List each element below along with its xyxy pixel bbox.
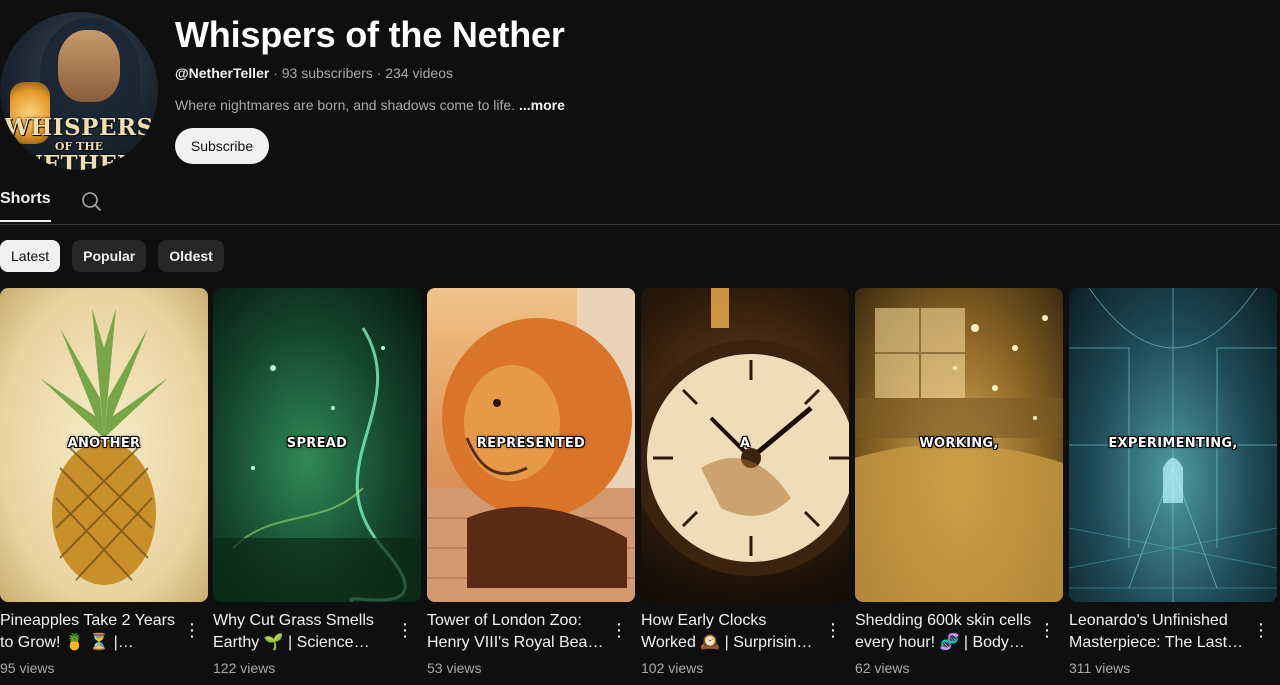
thumbnail-caption: REPRESENTED: [476, 436, 586, 451]
short-thumbnail[interactable]: WORKING,: [855, 288, 1063, 602]
chip-oldest[interactable]: Oldest: [158, 240, 224, 272]
more-vert-icon[interactable]: ⋮: [182, 618, 202, 642]
short-card[interactable]: REPRESENTED Tower of London Zoo: Henry V…: [427, 288, 635, 676]
short-card[interactable]: EXPERIMENTING, Leonardo's Unfinished Mas…: [1069, 288, 1277, 676]
short-title[interactable]: Tower of London Zoo: Henry VIII's Royal …: [427, 610, 605, 654]
sort-chips: Latest Popular Oldest: [0, 240, 224, 272]
avatar-face-shape: [58, 30, 120, 102]
channel-avatar: WHISPERS OF THE NETHER: [0, 12, 158, 170]
video-count: 234 videos: [385, 65, 453, 81]
channel-meta: @NetherTeller · 93 subscribers · 234 vid…: [175, 65, 453, 81]
chip-popular[interactable]: Popular: [72, 240, 147, 272]
more-vert-icon[interactable]: ⋮: [609, 618, 629, 642]
view-count: 122 views: [213, 660, 276, 676]
search-icon[interactable]: [80, 190, 102, 212]
more-vert-icon[interactable]: ⋮: [1037, 618, 1057, 642]
more-vert-icon[interactable]: ⋮: [823, 618, 843, 642]
meta-separator: ·: [376, 65, 386, 81]
short-thumbnail[interactable]: EXPERIMENTING,: [1069, 288, 1277, 602]
channel-handle: @NetherTeller: [175, 65, 270, 81]
thumbnail-caption: ANOTHER: [67, 436, 141, 451]
view-count: 53 views: [427, 660, 482, 676]
description-text: Where nightmares are born, and shadows c…: [175, 97, 516, 113]
view-count: 311 views: [1069, 660, 1131, 676]
thumbnail-caption: WORKING,: [919, 436, 999, 451]
short-title[interactable]: How Early Clocks Worked 🕰️ | Surprising …: [641, 610, 819, 654]
more-link[interactable]: ...more: [519, 97, 565, 113]
avatar-wordmark-line1: WHISPERS: [4, 114, 154, 141]
view-count: 95 views: [0, 660, 55, 676]
thumbnail-caption: EXPERIMENTING,: [1108, 436, 1238, 451]
thumbnail-caption: SPREAD: [286, 436, 348, 451]
view-count: 102 views: [641, 660, 704, 676]
chip-latest[interactable]: Latest: [0, 240, 61, 272]
more-vert-icon[interactable]: ⋮: [1251, 618, 1271, 642]
thumbnail-caption: A: [739, 436, 751, 451]
short-card[interactable]: SPREAD Why Cut Grass Smells Earthy 🌱 | S…: [213, 288, 421, 676]
avatar-wordmark: WHISPERS OF THE NETHER: [0, 116, 158, 170]
avatar-wordmark-line3: NETHER: [21, 151, 137, 170]
short-title[interactable]: Pineapples Take 2 Years to Grow! 🍍 ⏳ | S…: [0, 610, 178, 654]
channel-description[interactable]: Where nightmares are born, and shadows c…: [175, 97, 565, 113]
short-thumbnail[interactable]: SPREAD: [213, 288, 421, 602]
short-thumbnail[interactable]: ANOTHER: [0, 288, 208, 602]
more-vert-icon[interactable]: ⋮: [395, 618, 415, 642]
channel-name: Whispers of the Nether: [175, 14, 565, 55]
tab-shorts[interactable]: Shorts: [0, 190, 51, 222]
subscriber-count: 93 subscribers: [281, 65, 373, 81]
short-card[interactable]: WORKING, Shedding 600k skin cells every …: [855, 288, 1063, 676]
short-title[interactable]: Leonardo's Unfinished Masterpiece: The L…: [1069, 610, 1247, 654]
short-card[interactable]: A How Early Clocks Worked 🕰️ | Surprisin…: [641, 288, 849, 676]
short-thumbnail[interactable]: A: [641, 288, 849, 602]
channel-tabs: Shorts: [0, 184, 1280, 225]
view-count: 62 views: [855, 660, 910, 676]
subscribe-button[interactable]: Subscribe: [175, 128, 269, 164]
short-title[interactable]: Shedding 600k skin cells every hour! 🧬 |…: [855, 610, 1033, 654]
short-title[interactable]: Why Cut Grass Smells Earthy 🌱 | Science …: [213, 610, 391, 654]
meta-separator: ·: [273, 65, 282, 81]
short-card[interactable]: ANOTHER Pineapples Take 2 Years to Grow!…: [0, 288, 208, 676]
short-thumbnail[interactable]: REPRESENTED: [427, 288, 635, 602]
